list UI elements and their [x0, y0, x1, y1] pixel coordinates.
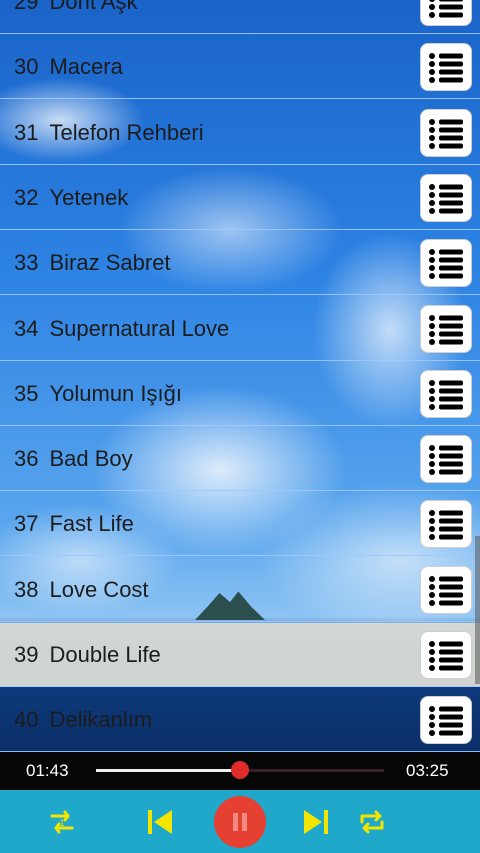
- seek-bar-panel: 01:43 03:25: [0, 752, 480, 790]
- track-number: 39: [14, 642, 39, 667]
- play-pause-button[interactable]: [214, 796, 266, 848]
- track-label: 29 Dönt Aşk: [14, 0, 138, 34]
- track-number: 40: [14, 707, 39, 733]
- track-number: 37: [14, 511, 39, 537]
- track-title: Macera: [49, 54, 123, 80]
- list-menu-icon: [429, 445, 463, 476]
- next-button[interactable]: [294, 800, 338, 844]
- playlist-row[interactable]: 31 Telefon Rehberi: [0, 101, 480, 165]
- list-menu-icon: [429, 575, 463, 606]
- track-title: Fast Life: [49, 511, 134, 537]
- playlist-row[interactable]: 37 Fast Life: [0, 492, 480, 557]
- track-number: 36: [14, 446, 39, 472]
- playlist-row[interactable]: 38 Love Cost: [0, 558, 480, 622]
- track-label: 34 Supernatural Love: [14, 297, 229, 361]
- track-number: 35: [14, 380, 39, 406]
- pause-icon: [233, 813, 247, 831]
- list-menu-icon: [429, 118, 463, 149]
- track-label: 37 Fast Life: [14, 492, 134, 556]
- list-menu-icon: [429, 379, 463, 410]
- track-label: 39 Double Life: [14, 623, 161, 687]
- repeat-button[interactable]: [350, 800, 394, 844]
- track-menu-button[interactable]: [420, 108, 472, 157]
- playlist-row[interactable]: 35 Yolumun Işığı: [0, 362, 480, 426]
- playlist-row[interactable]: 32 Yetenek: [0, 166, 480, 230]
- list-menu-icon: [429, 53, 463, 84]
- list-menu-icon: [429, 249, 463, 280]
- track-menu-button[interactable]: [420, 239, 472, 288]
- playlist-row[interactable]: 39 Double Life: [0, 623, 480, 687]
- track-menu-button[interactable]: [420, 304, 472, 353]
- track-label: 31 Telefon Rehberi: [14, 101, 204, 165]
- track-label: 35 Yolumun Işığı: [14, 362, 182, 426]
- track-number: 32: [14, 184, 39, 210]
- skip-previous-icon: [148, 810, 172, 834]
- playback-controls: 1: [0, 790, 480, 853]
- current-time: 01:43: [26, 761, 69, 780]
- playlist-row[interactable]: 29 Dönt Aşk: [0, 0, 480, 34]
- previous-button[interactable]: [138, 800, 182, 844]
- track-title: Love Cost: [49, 576, 149, 602]
- track-title: Double Life: [49, 642, 161, 667]
- list-menu-icon: [429, 314, 463, 345]
- track-menu-button[interactable]: [420, 0, 472, 26]
- track-title: Dönt Aşk: [49, 0, 138, 14]
- track-number: 29: [14, 0, 39, 14]
- track-title: Yetenek: [49, 184, 129, 210]
- track-label: 33 Biraz Sabret: [14, 231, 171, 295]
- track-label: 36 Bad Boy: [14, 427, 133, 491]
- track-label: 32 Yetenek: [14, 166, 128, 230]
- seek-progress: [96, 769, 240, 772]
- track-title: Bad Boy: [49, 446, 133, 472]
- skip-next-icon: [304, 810, 328, 834]
- scrollbar-thumb[interactable]: [475, 536, 480, 684]
- seek-thumb[interactable]: [231, 761, 249, 779]
- track-menu-button[interactable]: [420, 369, 472, 418]
- track-title: Yolumun Işığı: [49, 380, 182, 406]
- track-label: 30 Macera: [14, 35, 123, 99]
- track-menu-button[interactable]: [420, 173, 472, 222]
- svg-text:1: 1: [59, 818, 64, 828]
- track-number: 30: [14, 54, 39, 80]
- track-title: Delikanlım: [49, 707, 153, 733]
- list-menu-icon: [429, 510, 463, 541]
- track-menu-button[interactable]: [420, 500, 472, 549]
- track-menu-button[interactable]: [420, 696, 472, 745]
- list-menu-icon: [429, 183, 463, 214]
- track-title: Supernatural Love: [49, 315, 230, 341]
- list-menu-icon: [429, 0, 463, 18]
- playlist-row[interactable]: 33 Biraz Sabret: [0, 231, 480, 296]
- playlist-row[interactable]: 36 Bad Boy: [0, 427, 480, 492]
- list-menu-icon: [429, 641, 463, 671]
- track-menu-button[interactable]: [420, 631, 472, 679]
- playlist: 29 Dönt Aşk 30 Macera 31 Telefon Rehberi 32 Yet…: [0, 0, 480, 753]
- playlist-row[interactable]: 34 Supernatural Love: [0, 297, 480, 361]
- track-number: 38: [14, 576, 39, 602]
- track-title: Biraz Sabret: [49, 250, 171, 276]
- track-menu-button[interactable]: [420, 435, 472, 484]
- repeat-icon: [360, 810, 384, 834]
- track-label: 40 Delikanlım: [14, 688, 152, 752]
- shuffle-icon: 1: [50, 810, 74, 834]
- track-label: 38 Love Cost: [14, 558, 149, 622]
- playlist-row[interactable]: 30 Macera: [0, 35, 480, 100]
- track-title: Telefon Rehberi: [49, 119, 204, 145]
- track-number: 31: [14, 119, 39, 145]
- track-number: 34: [14, 315, 39, 341]
- playlist-row[interactable]: 40 Delikanlım: [0, 688, 480, 753]
- list-menu-icon: [429, 706, 463, 737]
- track-number: 33: [14, 250, 39, 276]
- total-time: 03:25: [406, 761, 449, 780]
- track-menu-button[interactable]: [420, 565, 472, 614]
- track-menu-button[interactable]: [420, 43, 472, 92]
- shuffle-button[interactable]: 1: [40, 800, 84, 844]
